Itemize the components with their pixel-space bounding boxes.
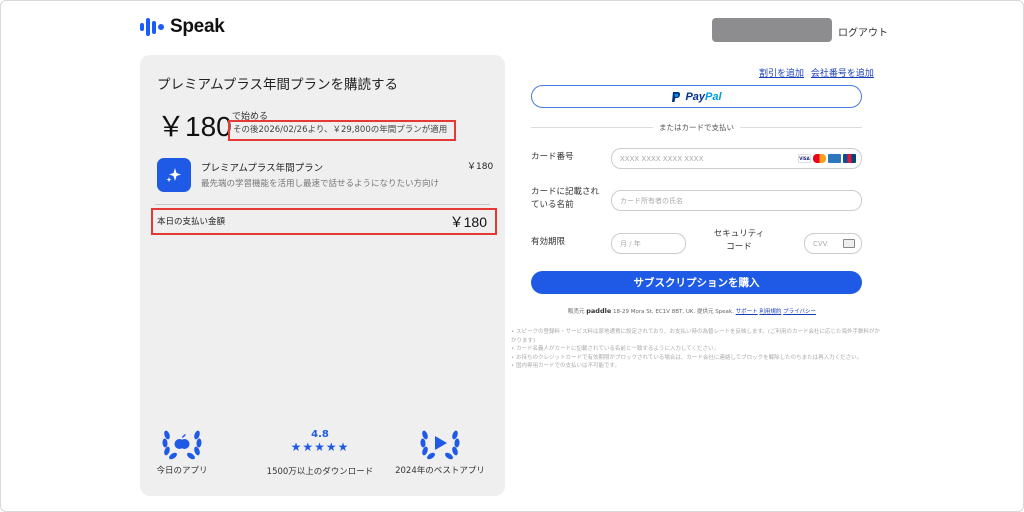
expiry-input[interactable]: 月 / 年 xyxy=(611,233,686,254)
cvv-input[interactable]: CVV xyxy=(804,233,862,254)
intro-price: ￥180 xyxy=(157,111,232,142)
visa-icon: VISA xyxy=(798,154,811,163)
add-discount-link[interactable]: 割引を追加 xyxy=(759,69,804,79)
badge-caption: 1500万以上のダウンロード xyxy=(266,467,374,477)
cvv-card-icon xyxy=(843,239,855,248)
security-code-label: セキュリティ コード xyxy=(713,229,765,252)
cardholder-name-input[interactable]: カード所有者の氏名 xyxy=(611,190,862,211)
card-number-placeholder: XXXX XXXX XXXX XXXX xyxy=(620,154,704,163)
privacy-link[interactable]: プライバシー xyxy=(783,309,816,315)
card-brands-icon: VISA xyxy=(798,154,856,163)
total-label: 本日の支払い金額 xyxy=(157,217,226,227)
amex-icon xyxy=(828,154,841,163)
rating-value: 4.8 xyxy=(311,429,329,440)
badge-caption: 2024年のベストアプリ xyxy=(395,466,485,476)
paypal-button[interactable]: PayPal xyxy=(531,85,862,108)
add-company-number-link[interactable]: 会社番号を追加 xyxy=(811,69,874,79)
renewal-note: その後2026/02/26より、￥29,800の年間プランが適用 xyxy=(228,120,456,141)
card-number-label: カード番号 xyxy=(531,152,574,162)
or-card-label: またはカードで支払い xyxy=(659,122,734,132)
apple-icon xyxy=(174,434,190,449)
plan-price: ￥180 xyxy=(467,162,494,172)
plan-description: 最先端の学習機能を活用し最速で話せるようになりたい方向け xyxy=(201,179,440,189)
badge-app-of-the-day: 今日のアプリ xyxy=(144,425,220,476)
star-rating-icon: ★★★★★ xyxy=(290,440,350,454)
support-link[interactable]: サポート xyxy=(736,309,758,315)
badge-caption: 今日のアプリ xyxy=(156,466,208,476)
cvv-placeholder: CVV xyxy=(813,239,828,248)
paypal-wordmark: PayPal xyxy=(685,90,722,103)
summary-title: プレミアムプラス年間プランを購読する xyxy=(157,77,398,93)
cardholder-placeholder: カード所有者の氏名 xyxy=(620,196,683,205)
note-item: 国内専用カードでの支払いは不可能です。 xyxy=(511,362,881,371)
speak-logo[interactable]: Speak xyxy=(140,16,225,38)
expiry-label: 有効期限 xyxy=(531,237,566,247)
user-account-redacted xyxy=(712,18,832,42)
card-number-input[interactable]: XXXX XXXX XXXX XXXX VISA xyxy=(611,148,862,169)
sparkle-icon xyxy=(157,158,191,192)
plan-name: プレミアムプラス年間プラン xyxy=(201,163,324,174)
logout-link[interactable]: ログアウト xyxy=(838,24,888,39)
expiry-placeholder: 月 / 年 xyxy=(620,239,641,248)
summary-divider xyxy=(155,204,490,205)
mastercard-icon xyxy=(813,154,826,163)
seller-info: 販売元 paddle 18-29 Mora St, EC1V 8BT, UK. … xyxy=(568,307,817,315)
badge-downloads: 4.8 ★★★★★ 1500万以上のダウンロード xyxy=(260,429,380,477)
paypal-icon xyxy=(672,91,681,102)
terms-link[interactable]: 利用規約 xyxy=(759,309,781,315)
or-pay-with-card-divider: またはカードで支払い xyxy=(531,122,862,132)
speak-logo-icon xyxy=(140,16,164,38)
brand-name: Speak xyxy=(170,16,225,37)
total-row: 本日の支払い金額 ￥180 xyxy=(151,208,497,235)
laurel-wreath-icon xyxy=(144,425,220,461)
total-amount: ￥180 xyxy=(449,214,487,230)
note-item: スピークの登録料・サービス料は原地通貨に設定されており、お支払い時の為替レートを… xyxy=(511,328,881,345)
note-item: お持ちのクレジットカードで有効期限がブロックされている場合は、カード会社に連絡し… xyxy=(511,354,881,363)
laurel-wreath-icon xyxy=(392,425,488,461)
cardholder-label: カードに記載され ている名前 xyxy=(531,187,600,210)
jcb-icon xyxy=(843,154,856,163)
payment-notes: スピークの登録料・サービス料は原地通貨に設定されており、お支払い時の為替レートを… xyxy=(511,328,881,371)
note-item: カード名義人がカードに記載されている名前と一致するように入力してください。 xyxy=(511,345,881,354)
paddle-logo: paddle xyxy=(586,307,612,315)
subscribe-button[interactable]: サブスクリプションを購入 xyxy=(531,271,862,294)
google-play-icon xyxy=(435,436,447,450)
order-summary-panel: プレミアムプラス年間プランを購読する ￥180 で始める その後2026/02/… xyxy=(140,55,505,496)
checkout-links: 割引を追加 会社番号を追加 xyxy=(755,66,874,79)
badge-best-app: 2024年のベストアプリ xyxy=(392,425,488,476)
